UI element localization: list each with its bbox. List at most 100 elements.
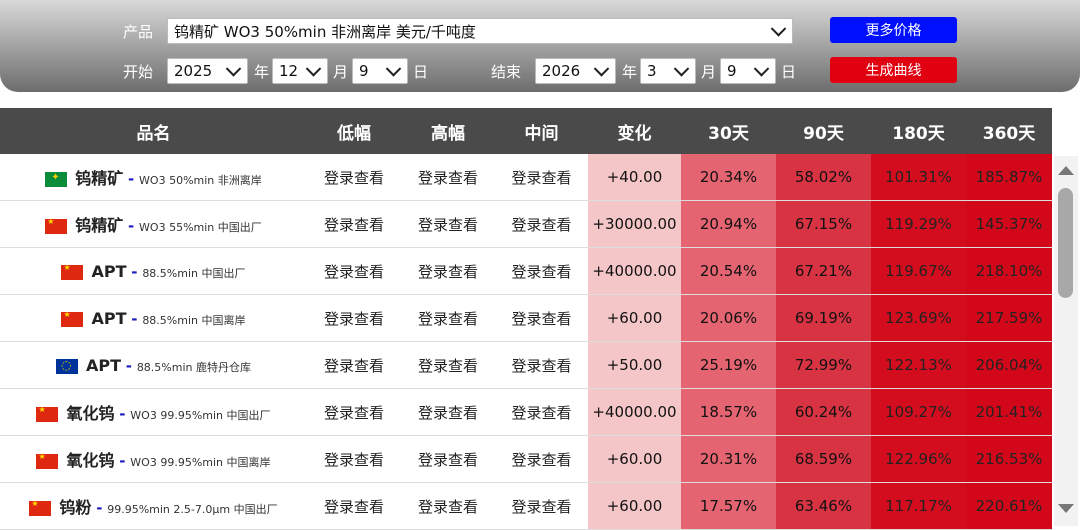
product-cell[interactable]: 钨精矿 - WO3 55%min 中国出厂 <box>0 200 307 248</box>
mid-cell[interactable]: 登录查看 <box>495 154 588 201</box>
mid-cell[interactable]: 登录查看 <box>495 294 588 342</box>
mid-cell[interactable]: 登录查看 <box>495 482 588 530</box>
mid-cell[interactable]: 登录查看 <box>495 341 588 389</box>
mid-cell[interactable]: 登录查看 <box>495 247 588 295</box>
change-90d-cell: 69.19% <box>776 294 871 342</box>
table-row[interactable]: 氧化钨 - WO3 99.95%min 中国离岸登录查看登录查看登录查看+60.… <box>0 435 1052 483</box>
start-month-select[interactable]: 12 <box>272 58 328 84</box>
product-cell[interactable]: 氧化钨 - WO3 99.95%min 中国出厂 <box>0 388 307 436</box>
high-cell[interactable]: 登录查看 <box>401 341 495 389</box>
change-cell: +30000.00 <box>588 200 681 248</box>
more-prices-button[interactable]: 更多价格 <box>830 17 957 43</box>
start-year-select[interactable]: 2025 <box>167 58 248 84</box>
end-day-value: 9 <box>727 62 737 80</box>
low-cell[interactable]: 登录查看 <box>307 154 401 201</box>
month-unit: 月 <box>333 63 349 81</box>
product-cell[interactable]: 氧化钨 - WO3 99.95%min 中国离岸 <box>0 435 307 483</box>
generate-curve-button[interactable]: 生成曲线 <box>830 57 957 83</box>
product-name[interactable]: APT <box>91 309 126 328</box>
change-360d-cell: 220.61% <box>966 482 1052 530</box>
separator-dash: - <box>128 170 135 188</box>
change-30d-cell: 25.19% <box>681 341 776 389</box>
scroll-down-arrow-icon[interactable] <box>1058 504 1074 513</box>
chevron-down-icon <box>770 21 787 37</box>
high-cell[interactable]: 登录查看 <box>401 294 495 342</box>
cn-flag-icon <box>36 452 59 469</box>
high-cell[interactable]: 登录查看 <box>401 247 495 295</box>
column-header-low[interactable]: 低幅 <box>307 108 401 154</box>
change-90d-cell: 67.21% <box>776 247 871 295</box>
product-name[interactable]: APT <box>86 356 121 375</box>
change-cell: +40.00 <box>588 154 681 201</box>
start-day-select[interactable]: 9 <box>352 58 408 84</box>
month-unit: 月 <box>701 63 717 81</box>
product-cell[interactable]: 钨精矿 - WO3 50%min 非洲离岸 <box>0 154 307 201</box>
change-cell: +50.00 <box>588 341 681 389</box>
chevron-down-icon <box>225 61 242 77</box>
column-header-90d[interactable]: 90天 <box>776 108 871 154</box>
column-header-mid[interactable]: 中间 <box>495 108 588 154</box>
high-cell[interactable]: 登录查看 <box>401 482 495 530</box>
chevron-down-icon <box>673 61 690 77</box>
scroll-up-arrow-icon[interactable] <box>1058 166 1074 175</box>
separator-dash: - <box>131 262 138 281</box>
high-cell[interactable]: 登录查看 <box>401 154 495 201</box>
product-spec: WO3 55%min 中国出厂 <box>139 221 262 234</box>
table-header-row: 品名 低幅 高幅 中间 变化 30天 90天 180天 360天 <box>0 108 1052 154</box>
product-name[interactable]: APT <box>91 262 126 281</box>
change-90d-cell: 67.15% <box>776 200 871 248</box>
end-label: 结束 <box>491 63 522 81</box>
low-cell[interactable]: 登录查看 <box>307 247 401 295</box>
column-header-30d[interactable]: 30天 <box>681 108 776 154</box>
product-name[interactable]: 氧化钨 <box>66 451 114 470</box>
chevron-down-icon <box>385 61 402 77</box>
product-spec: 88.5%min 鹿特丹仓库 <box>136 360 251 374</box>
low-cell[interactable]: 登录查看 <box>307 200 401 248</box>
product-name[interactable]: 钨粉 <box>59 498 91 517</box>
end-day-select[interactable]: 9 <box>720 58 776 84</box>
product-cell[interactable]: APT - 88.5%min 中国离岸 <box>0 294 307 342</box>
product-select[interactable]: 钨精矿 WO3 50%min 非洲离岸 美元/千吨度 <box>167 18 793 44</box>
high-cell[interactable]: 登录查看 <box>401 435 495 483</box>
change-90d-cell: 58.02% <box>776 154 871 201</box>
start-month-value: 12 <box>279 62 299 80</box>
high-cell[interactable]: 登录查看 <box>401 388 495 436</box>
table-row[interactable]: APT - 88.5%min 鹿特丹仓库登录查看登录查看登录查看+50.0025… <box>0 341 1052 389</box>
column-header-180d[interactable]: 180天 <box>871 108 966 154</box>
column-header-high[interactable]: 高幅 <box>401 108 495 154</box>
column-header-change[interactable]: 变化 <box>588 108 681 154</box>
change-90d-cell: 72.99% <box>776 341 871 389</box>
low-cell[interactable]: 登录查看 <box>307 294 401 342</box>
table-row[interactable]: 钨精矿 - WO3 55%min 中国出厂登录查看登录查看登录查看+30000.… <box>0 200 1052 248</box>
table-row[interactable]: 氧化钨 - WO3 99.95%min 中国出厂登录查看登录查看登录查看+400… <box>0 388 1052 436</box>
product-name[interactable]: 钨精矿 <box>75 216 123 235</box>
column-header-name[interactable]: 品名 <box>0 108 307 154</box>
product-name[interactable]: 钨精矿 <box>75 169 123 188</box>
mid-cell[interactable]: 登录查看 <box>495 388 588 436</box>
za-flag-icon <box>45 172 68 187</box>
column-header-360d[interactable]: 360天 <box>966 108 1052 154</box>
scrollbar-thumb[interactable] <box>1058 188 1073 298</box>
low-cell[interactable]: 登录查看 <box>307 435 401 483</box>
low-cell[interactable]: 登录查看 <box>307 341 401 389</box>
end-year-select[interactable]: 2026 <box>535 58 616 84</box>
low-cell[interactable]: 登录查看 <box>307 482 401 530</box>
table-row[interactable]: 钨精矿 - WO3 50%min 非洲离岸登录查看登录查看登录查看+40.002… <box>0 154 1052 201</box>
product-spec: WO3 99.95%min 中国离岸 <box>130 456 271 469</box>
table-row[interactable]: APT - 88.5%min 中国出厂登录查看登录查看登录查看+40000.00… <box>0 247 1052 295</box>
mid-cell[interactable]: 登录查看 <box>495 200 588 248</box>
chevron-down-icon <box>593 61 610 77</box>
cn-flag-icon <box>36 405 59 422</box>
product-name[interactable]: 氧化钨 <box>66 404 114 423</box>
table-row[interactable]: 钨粉 - 99.95%min 2.5-7.0μm 中国出厂登录查看登录查看登录查… <box>0 482 1052 530</box>
product-cell[interactable]: APT - 88.5%min 中国出厂 <box>0 247 307 295</box>
low-cell[interactable]: 登录查看 <box>307 388 401 436</box>
change-30d-cell: 20.06% <box>681 294 776 342</box>
table-row[interactable]: APT - 88.5%min 中国离岸登录查看登录查看登录查看+60.0020.… <box>0 294 1052 342</box>
vertical-scrollbar[interactable] <box>1054 156 1078 526</box>
product-cell[interactable]: 钨粉 - 99.95%min 2.5-7.0μm 中国出厂 <box>0 482 307 530</box>
product-cell[interactable]: APT - 88.5%min 鹿特丹仓库 <box>0 341 307 389</box>
end-month-select[interactable]: 3 <box>640 58 696 84</box>
mid-cell[interactable]: 登录查看 <box>495 435 588 483</box>
high-cell[interactable]: 登录查看 <box>401 200 495 248</box>
